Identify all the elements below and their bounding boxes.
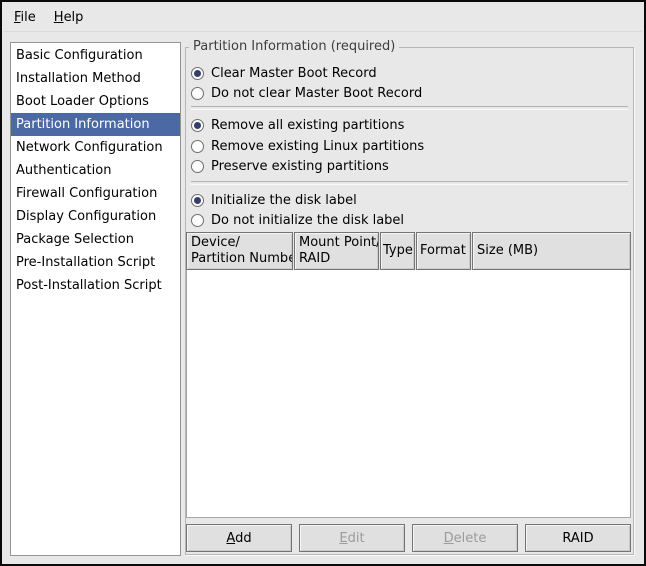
radio-preserve-partitions[interactable]: Preserve existing partitions bbox=[191, 156, 389, 176]
radio-button-icon bbox=[191, 140, 204, 153]
sidebar-item-display-configuration[interactable]: Display Configuration bbox=[11, 205, 180, 228]
sidebar-item-partition-information[interactable]: Partition Information bbox=[11, 113, 180, 136]
kickstart-configurator-window: File Help Basic Configuration Installati… bbox=[0, 0, 646, 566]
menu-help[interactable]: Help bbox=[45, 5, 93, 30]
sidebar-item-basic-configuration[interactable]: Basic Configuration bbox=[11, 44, 180, 67]
radio-button-icon bbox=[191, 214, 204, 227]
column-header-format[interactable]: Format bbox=[416, 232, 471, 270]
menubar: File Help bbox=[4, 4, 642, 32]
radio-button-icon bbox=[191, 160, 204, 173]
delete-button[interactable]: Delete bbox=[412, 524, 518, 552]
frame-title: Partition Information (required) bbox=[189, 39, 399, 54]
separator bbox=[191, 181, 628, 185]
button-row: Add Edit Delete RAID bbox=[186, 524, 631, 552]
column-header-device[interactable]: Device/ Partition Number bbox=[186, 232, 293, 270]
radio-label: Do not clear Master Boot Record bbox=[211, 86, 422, 101]
sidebar-item-firewall-configuration[interactable]: Firewall Configuration bbox=[11, 182, 180, 205]
column-header-line: Size (MB) bbox=[477, 243, 626, 259]
menu-file[interactable]: File bbox=[5, 5, 45, 30]
sidebar-item-package-selection[interactable]: Package Selection bbox=[11, 228, 180, 251]
radio-do-not-clear-mbr[interactable]: Do not clear Master Boot Record bbox=[191, 83, 422, 103]
raid-button[interactable]: RAID bbox=[525, 524, 631, 552]
sidebar-item-boot-loader-options[interactable]: Boot Loader Options bbox=[11, 90, 180, 113]
radio-label: Initialize the disk label bbox=[211, 193, 357, 208]
partition-table-header: Device/ Partition Number Mount Point/ RA… bbox=[186, 232, 631, 270]
column-header-line: Type bbox=[383, 243, 412, 259]
button-label: Delete bbox=[444, 531, 487, 546]
column-header-line: Format bbox=[420, 243, 468, 259]
config-section-list: Basic Configuration Installation Method … bbox=[10, 42, 181, 556]
column-header-mount-point[interactable]: Mount Point/ RAID bbox=[294, 232, 379, 270]
partition-table: Device/ Partition Number Mount Point/ RA… bbox=[186, 232, 631, 518]
radio-button-icon bbox=[191, 87, 204, 100]
sidebar-item-authentication[interactable]: Authentication bbox=[11, 159, 180, 182]
sidebar-item-network-configuration[interactable]: Network Configuration bbox=[11, 136, 180, 159]
sidebar-item-post-installation-script[interactable]: Post-Installation Script bbox=[11, 274, 180, 297]
edit-button[interactable]: Edit bbox=[299, 524, 405, 552]
radio-label: Remove all existing partitions bbox=[211, 118, 404, 133]
radio-remove-linux-partitions[interactable]: Remove existing Linux partitions bbox=[191, 136, 424, 156]
radio-label: Clear Master Boot Record bbox=[211, 66, 377, 81]
button-label: Add bbox=[226, 531, 251, 546]
separator bbox=[191, 106, 628, 110]
add-button[interactable]: Add bbox=[186, 524, 292, 552]
radio-remove-all-partitions[interactable]: Remove all existing partitions bbox=[191, 115, 404, 135]
radio-button-icon bbox=[191, 119, 204, 132]
column-header-line: Partition Number bbox=[191, 251, 288, 267]
radio-button-icon bbox=[191, 67, 204, 80]
radio-clear-mbr[interactable]: Clear Master Boot Record bbox=[191, 63, 377, 83]
radio-button-icon bbox=[191, 194, 204, 207]
radio-do-not-initialize-disk-label[interactable]: Do not initialize the disk label bbox=[191, 210, 404, 230]
radio-label: Do not initialize the disk label bbox=[211, 213, 404, 228]
radio-initialize-disk-label[interactable]: Initialize the disk label bbox=[191, 190, 357, 210]
radio-label: Remove existing Linux partitions bbox=[211, 139, 424, 154]
column-header-line: Device/ bbox=[191, 235, 288, 251]
column-header-line: Mount Point/ bbox=[299, 235, 374, 251]
sidebar-item-pre-installation-script[interactable]: Pre-Installation Script bbox=[11, 251, 180, 274]
partition-table-body[interactable] bbox=[186, 270, 631, 518]
column-header-size[interactable]: Size (MB) bbox=[472, 232, 631, 270]
column-header-line: RAID bbox=[299, 251, 374, 267]
sidebar-item-installation-method[interactable]: Installation Method bbox=[11, 67, 180, 90]
button-label: RAID bbox=[562, 531, 593, 546]
button-label: Edit bbox=[339, 531, 364, 546]
radio-label: Preserve existing partitions bbox=[211, 159, 389, 174]
partition-info-frame: Partition Information (required) Clear M… bbox=[185, 47, 634, 555]
column-header-type[interactable]: Type bbox=[380, 232, 415, 270]
